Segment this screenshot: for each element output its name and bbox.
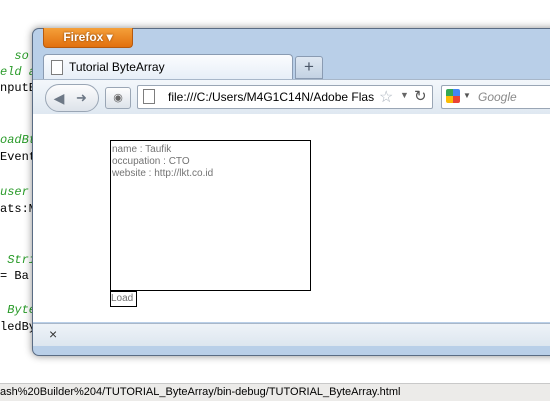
forward-icon[interactable]: ➜	[76, 88, 87, 108]
load-button[interactable]: Load	[110, 291, 137, 307]
textarea-line: name : Taufik	[112, 144, 172, 155]
page-icon	[143, 89, 155, 104]
code-line: user	[0, 185, 29, 199]
search-engine-dropdown-icon[interactable]: ▼	[463, 91, 471, 100]
close-icon[interactable]: ×	[49, 326, 57, 342]
code-line: oadBt	[0, 133, 37, 147]
site-identity-icon[interactable]: ◉	[105, 87, 131, 109]
firefox-menu-button[interactable]: Firefox ▾	[43, 28, 133, 48]
bookmark-star-icon[interactable]: ☆	[379, 87, 393, 107]
code-line: Stri	[0, 253, 37, 267]
textarea-line: occupation : CTO	[112, 156, 190, 167]
tab-tutorial-bytearray[interactable]: Tutorial ByteArray	[43, 54, 293, 80]
find-bar: ×	[33, 323, 550, 346]
code-line: = Ba	[0, 269, 29, 283]
google-icon[interactable]	[446, 89, 460, 103]
code-line: nputB	[0, 81, 37, 95]
code-line: so	[0, 49, 29, 63]
reload-icon[interactable]: ↻	[414, 87, 427, 105]
status-bar-path: ash%20Builder%204/TUTORIAL_ByteArray/bin…	[0, 383, 550, 401]
url-text[interactable]: file:///C:/Users/M4G1C14N/Adobe Flas	[168, 90, 386, 104]
new-tab-button[interactable]: +	[295, 56, 323, 79]
history-dropdown-icon[interactable]: ▼	[400, 90, 409, 100]
page-content: name : Taufik occupation : CTO website :…	[33, 114, 550, 322]
code-line: ats:M	[0, 202, 37, 216]
tab-title: Tutorial ByteArray	[69, 60, 165, 74]
code-line: eld a	[0, 65, 37, 79]
textarea-line: website : http://lkt.co.id	[112, 168, 214, 179]
back-forward-group: ◀ ➜	[45, 84, 99, 112]
code-line: Byte	[0, 303, 37, 317]
back-icon[interactable]: ◀	[47, 86, 71, 110]
code-line: Event	[0, 150, 37, 164]
output-textarea[interactable]: name : Taufik occupation : CTO website :…	[110, 140, 311, 291]
navigation-toolbar: ◀ ➜ ◉ file:///C:/Users/M4G1C14N/Adobe Fl…	[33, 79, 550, 115]
firefox-window: Firefox ▾ Tutorial ByteArray + ◀ ➜ ◉ fil…	[32, 28, 550, 356]
page-icon	[51, 60, 63, 75]
code-line: ledBy	[0, 320, 37, 334]
search-input[interactable]: Google	[478, 90, 517, 104]
search-bar[interactable]: ▼ Google ⌕	[441, 85, 550, 109]
url-bar[interactable]: file:///C:/Users/M4G1C14N/Adobe Flas ☆ ▼…	[137, 85, 433, 109]
